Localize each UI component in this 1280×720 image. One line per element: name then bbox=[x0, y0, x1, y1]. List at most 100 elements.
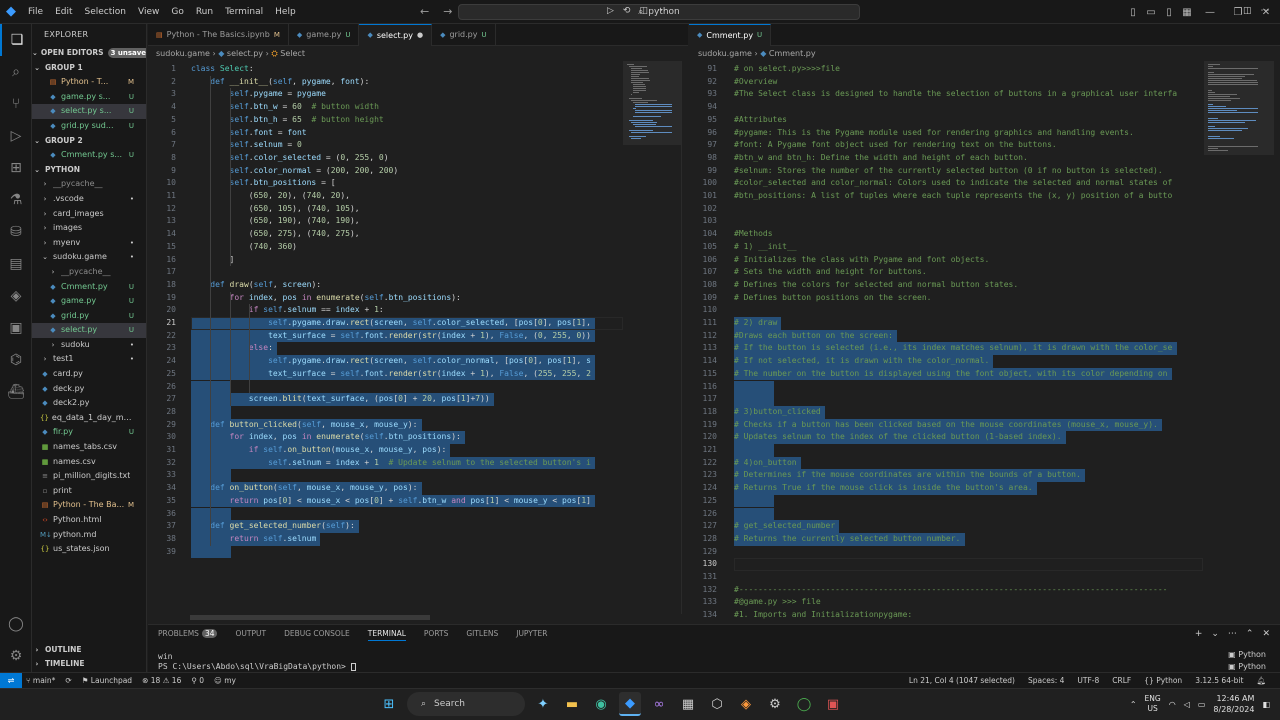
editor-tab[interactable]: ◆ game.py U bbox=[289, 23, 360, 46]
new-terminal-icon[interactable]: + bbox=[1195, 629, 1203, 639]
list-item[interactable]: › images bbox=[32, 221, 146, 236]
list-item[interactable]: ▤ Python - The Ba... M bbox=[32, 498, 146, 513]
breadcrumb-symbol[interactable]: Select bbox=[280, 49, 305, 58]
list-item[interactable]: ◆ grid.py U bbox=[32, 309, 146, 324]
forward-arrow-icon[interactable]: → bbox=[443, 5, 452, 18]
remote-indicator-icon[interactable]: ⇌ bbox=[0, 673, 22, 688]
settings-app-icon[interactable]: ⚙ bbox=[764, 692, 786, 716]
menu-edit[interactable]: Edit bbox=[49, 7, 78, 17]
list-item[interactable]: ◆ game.py U bbox=[32, 294, 146, 309]
problems-item[interactable]: ⊗ 18 ⚠ 16 bbox=[142, 673, 181, 688]
left-code-editor[interactable]: 1 class Select: 2 def __init__(self, pygam… bbox=[148, 61, 623, 614]
list-item[interactable]: ▤ Python - T... M bbox=[32, 75, 146, 90]
tab-status[interactable]: U bbox=[757, 31, 762, 39]
editor-tab[interactable]: ◆ grid.py U bbox=[432, 23, 496, 46]
panel-tab[interactable]: OUTPUT bbox=[235, 629, 266, 641]
indentation[interactable]: Spaces: 4 bbox=[1028, 673, 1064, 688]
notebook-icon[interactable]: ▤ bbox=[0, 248, 32, 280]
copilot-icon[interactable]: ✦ bbox=[532, 692, 554, 716]
menu-file[interactable]: File bbox=[22, 7, 49, 17]
file-explorer-icon[interactable]: ▬ bbox=[561, 692, 583, 716]
list-item[interactable]: › myenv • bbox=[32, 236, 146, 251]
menu-go[interactable]: Go bbox=[165, 7, 189, 17]
split-editor-icon[interactable]: ◫ bbox=[1243, 6, 1252, 16]
vscode-taskbar-icon[interactable]: ◆ bbox=[619, 692, 641, 716]
remote-explorer-icon[interactable]: ▣ bbox=[0, 312, 32, 344]
breadcrumb-file[interactable]: select.py bbox=[227, 49, 263, 58]
docker-icon[interactable]: ⛴ bbox=[0, 376, 32, 408]
layers-icon[interactable]: ◈ bbox=[0, 280, 32, 312]
terminal-instance[interactable]: ▣ Python bbox=[1228, 649, 1266, 661]
group-1-header[interactable]: ⌄ GROUP 1 bbox=[32, 61, 146, 76]
list-item[interactable]: ◆ grid.py sud... U bbox=[32, 119, 146, 134]
list-item[interactable]: › .vscode • bbox=[32, 192, 146, 207]
timeline-header[interactable]: › TIMELINE bbox=[32, 657, 146, 672]
box-app-icon[interactable]: ⬡ bbox=[706, 692, 728, 716]
cursor-position[interactable]: Ln 21, Col 4 (1047 selected) bbox=[909, 673, 1015, 688]
list-item[interactable]: › test1 • bbox=[32, 352, 146, 367]
group-2-header[interactable]: ⌄ GROUP 2 bbox=[32, 134, 146, 149]
git-app-icon[interactable]: ◈ bbox=[735, 692, 757, 716]
editor-tab[interactable]: ◆ select.py ● bbox=[359, 23, 433, 46]
visual-studio-icon[interactable]: ∞ bbox=[648, 692, 670, 716]
minimap-viewport[interactable] bbox=[1204, 61, 1274, 155]
panel-tab[interactable]: PORTS bbox=[424, 629, 448, 641]
run-debug-icon[interactable]: ▷ bbox=[0, 120, 32, 152]
editor-tab[interactable]: ◆ Cmment.py U bbox=[689, 23, 772, 46]
list-item[interactable]: ▦ names.csv bbox=[32, 455, 146, 470]
left-horizontal-scrollbar[interactable] bbox=[190, 615, 430, 620]
python-folder-header[interactable]: ⌄ PYTHON bbox=[32, 163, 146, 178]
close-panel-icon[interactable]: ✕ bbox=[1262, 629, 1270, 639]
list-item[interactable]: › __pycache__ bbox=[32, 177, 146, 192]
menu-terminal[interactable]: Terminal bbox=[219, 7, 269, 17]
list-item[interactable]: ◆ game.py s... U bbox=[32, 90, 146, 105]
more-actions-icon[interactable]: ⋯ bbox=[657, 6, 666, 16]
list-item[interactable]: › card_images bbox=[32, 207, 146, 222]
battery-icon[interactable]: ▭ bbox=[1198, 700, 1206, 709]
list-item[interactable]: M↓ python.md bbox=[32, 528, 146, 543]
list-item[interactable]: ≡ pi_million_digits.txt bbox=[32, 469, 146, 484]
toggle-panel-icon[interactable]: ▭ bbox=[1142, 7, 1160, 18]
run-python-icon[interactable]: ▷ bbox=[607, 6, 614, 16]
panel-tab[interactable]: JUPYTER bbox=[516, 629, 547, 641]
list-item[interactable]: ◆ Cmment.py s... U bbox=[32, 148, 146, 163]
menu-selection[interactable]: Selection bbox=[79, 7, 132, 17]
sync-icon[interactable]: ⟳ bbox=[65, 673, 71, 688]
minimize-icon[interactable]: — bbox=[1196, 7, 1224, 18]
panel-tab[interactable]: DEBUG CONSOLE bbox=[284, 629, 350, 641]
breadcrumb-folder[interactable]: sudoku.game bbox=[156, 49, 210, 58]
list-item[interactable]: › sudoku • bbox=[32, 338, 146, 353]
maximize-panel-icon[interactable]: ⌃ bbox=[1246, 629, 1254, 639]
list-item[interactable]: ◆ fir.py U bbox=[32, 425, 146, 440]
list-item[interactable]: ▦ names_tabs.csv bbox=[32, 440, 146, 455]
breadcrumb-file[interactable]: Cmment.py bbox=[769, 49, 816, 58]
left-scrollbar[interactable] bbox=[681, 61, 687, 614]
list-item[interactable]: ◆ deck2.py bbox=[32, 396, 146, 411]
panel-tab[interactable]: PROBLEMS 34 bbox=[158, 629, 218, 641]
python-interpreter[interactable]: 3.12.5 64-bit bbox=[1195, 673, 1243, 688]
left-minimap[interactable] bbox=[623, 61, 681, 614]
explorer-icon[interactable]: ❏ bbox=[0, 24, 32, 56]
windows-start-icon[interactable]: ⊞ bbox=[378, 692, 400, 716]
more-actions-icon[interactable]: ⋯ bbox=[1228, 629, 1237, 639]
panel-tab[interactable]: TERMINAL bbox=[367, 629, 406, 641]
launchpad-item[interactable]: ⚑ Launchpad bbox=[82, 673, 132, 688]
list-item[interactable]: ◆ select.py s... U bbox=[32, 104, 146, 119]
open-editors-header[interactable]: ⌄ OPEN EDITORS 3 unsaved bbox=[32, 46, 146, 61]
list-item[interactable]: › __pycache__ bbox=[32, 265, 146, 280]
list-item[interactable]: ◆ card.py bbox=[32, 367, 146, 382]
terminal-output[interactable]: win PS C:\Users\Abdo\sql\VraBigData\pyth… bbox=[158, 652, 356, 672]
end-of-line[interactable]: CRLF bbox=[1112, 673, 1131, 688]
right-code-editor[interactable]: 91 # on select.py>>>>file 92 #Overview 93 #Th… bbox=[689, 61, 1203, 620]
more-actions-icon[interactable]: ⋯ bbox=[1261, 6, 1270, 16]
minimap-viewport[interactable] bbox=[623, 61, 681, 145]
terminal-dropdown-icon[interactable]: ⌄ bbox=[1211, 629, 1219, 639]
compare-changes-icon[interactable]: ⟲ bbox=[623, 6, 631, 16]
right-minimap[interactable] bbox=[1204, 61, 1274, 620]
list-item[interactable]: ◆ deck.py bbox=[32, 382, 146, 397]
list-item[interactable]: {}eq_data_1_day_m1.json bbox=[32, 411, 146, 426]
language-indicator[interactable]: ENG US bbox=[1145, 694, 1161, 714]
back-arrow-icon[interactable]: ← bbox=[420, 5, 429, 18]
menu-help[interactable]: Help bbox=[269, 7, 302, 17]
editor-tab[interactable]: ▤ Python - The Basics.ipynb M bbox=[148, 23, 289, 46]
